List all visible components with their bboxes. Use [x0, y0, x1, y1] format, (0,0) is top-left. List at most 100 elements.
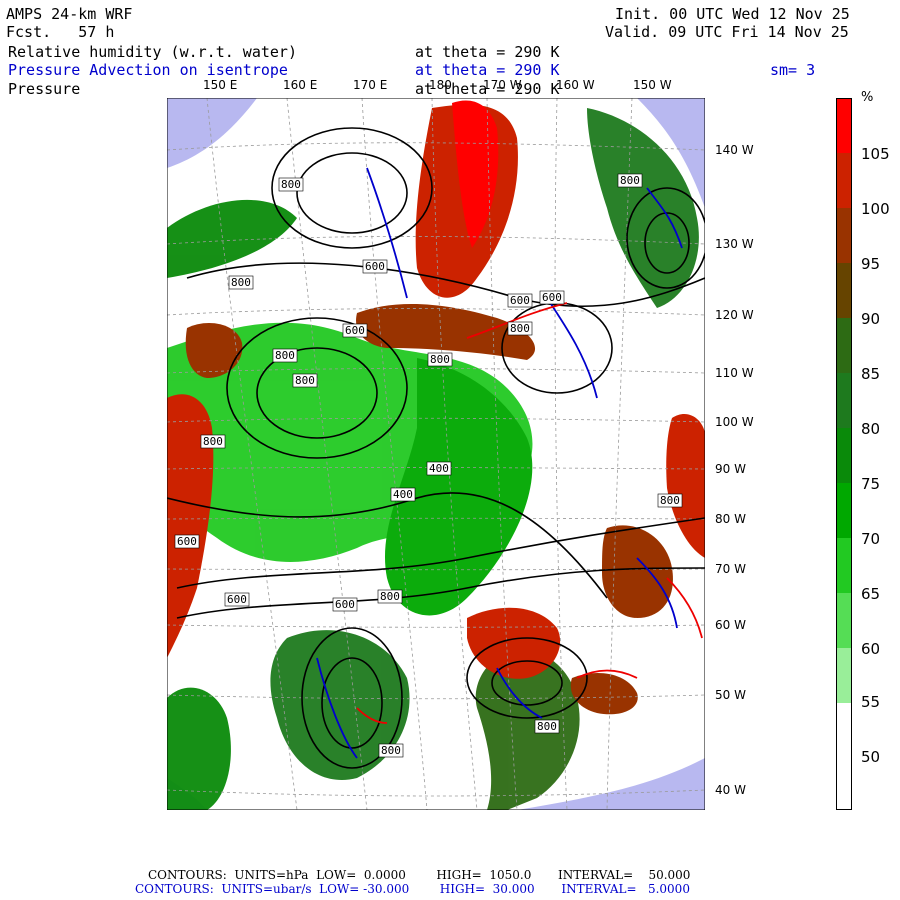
- contour-label: 600: [332, 597, 358, 612]
- colorbar-segment: [837, 483, 851, 538]
- valid-time: Valid. 09 UTC Fri 14 Nov 25: [605, 23, 849, 41]
- lon-label-right: 100 W: [715, 415, 754, 429]
- svg-text:400: 400: [393, 488, 413, 501]
- lon-label-top: 150 W: [633, 78, 672, 92]
- contour-label: 800: [617, 173, 643, 188]
- contour-label: 600: [362, 259, 388, 274]
- colorbar-segment: [837, 373, 851, 428]
- svg-text:800: 800: [231, 276, 251, 289]
- contour-label: 800: [534, 719, 560, 734]
- svg-text:600: 600: [510, 294, 530, 307]
- svg-text:600: 600: [335, 598, 355, 611]
- svg-text:800: 800: [275, 349, 295, 362]
- contour-label: 800: [228, 275, 254, 290]
- init-time: Init. 00 UTC Wed 12 Nov 25: [615, 5, 850, 23]
- colorbar-segment: [837, 593, 851, 648]
- contour-label: 400: [390, 487, 416, 502]
- forecast-hour: Fcst. 57 h: [6, 23, 115, 41]
- lon-label-right: 110 W: [715, 366, 754, 380]
- contour-label: 800: [378, 743, 404, 758]
- field-rh-title: Relative humidity (w.r.t. water): [8, 43, 297, 61]
- field-pressure-title: Pressure: [8, 80, 81, 98]
- field-advection-level: at theta = 290 K: [415, 61, 560, 79]
- svg-text:800: 800: [660, 494, 680, 507]
- lon-label-top: 150 E: [203, 78, 238, 92]
- svg-text:600: 600: [365, 260, 385, 273]
- svg-text:400: 400: [429, 462, 449, 475]
- colorbar-label: 75: [861, 475, 881, 493]
- contour-label: 600: [539, 290, 565, 305]
- footer-advection-contours: CONTOURS: UNITS=ubar/s LOW= -30.000 HIGH…: [135, 882, 690, 896]
- contour-label: 800: [272, 348, 298, 363]
- colorbar-label: 65: [861, 585, 881, 603]
- field-rh-level: at theta = 290 K: [415, 43, 560, 61]
- smoothing-label: sm= 3: [770, 61, 816, 79]
- svg-text:800: 800: [281, 178, 301, 191]
- svg-text:600: 600: [177, 535, 197, 548]
- svg-text:600: 600: [227, 593, 247, 606]
- colorbar-segment: [837, 208, 851, 263]
- colorbar-label: 50: [861, 748, 881, 766]
- contour-label: 800: [427, 352, 453, 367]
- lon-label-right: 130 W: [715, 237, 754, 251]
- lon-label-right: 90 W: [715, 462, 746, 476]
- colorbar-label: 100: [861, 200, 890, 218]
- lon-label-right: 60 W: [715, 618, 746, 632]
- lon-label-right: 120 W: [715, 308, 754, 322]
- colorbar-label: 55: [861, 693, 881, 711]
- contour-label: 800: [657, 493, 683, 508]
- colorbar-label: 95: [861, 255, 881, 273]
- lon-label-top: 180: [429, 78, 452, 92]
- colorbar-label: 80: [861, 420, 881, 438]
- svg-text:800: 800: [620, 174, 640, 187]
- svg-text:800: 800: [381, 744, 401, 757]
- svg-text:600: 600: [542, 291, 562, 304]
- colorbar-segment: [837, 318, 851, 373]
- footer-pressure-contours: CONTOURS: UNITS=hPa LOW= 0.0000 HIGH= 10…: [148, 868, 691, 882]
- contour-label: 400: [426, 461, 452, 476]
- colorbar-segment: [837, 263, 851, 318]
- lon-label-right: 140 W: [715, 143, 754, 157]
- lon-label-right: 40 W: [715, 783, 746, 797]
- lon-label-top: 160 W: [556, 78, 595, 92]
- colorbar-label: 70: [861, 530, 881, 548]
- model-title: AMPS 24-km WRF: [6, 5, 133, 23]
- svg-text:800: 800: [203, 435, 223, 448]
- lon-label-right: 80 W: [715, 512, 746, 526]
- colorbar-label: 85: [861, 365, 881, 383]
- colorbar-segment: [837, 703, 851, 758]
- lon-label-top: 170 W: [483, 78, 522, 92]
- contour-label: 600: [174, 534, 200, 549]
- contour-label: 800: [278, 177, 304, 192]
- svg-text:800: 800: [380, 590, 400, 603]
- colorbar-unit: %: [861, 90, 874, 105]
- contour-label: 600: [342, 323, 368, 338]
- lon-label-right: 50 W: [715, 688, 746, 702]
- colorbar-label: 60: [861, 640, 881, 658]
- contour-label: 800: [200, 434, 226, 449]
- lon-label-top: 160 E: [283, 78, 318, 92]
- colorbar-segment: [837, 648, 851, 703]
- colorbar: [836, 98, 852, 810]
- colorbar-label: 105: [861, 145, 890, 163]
- colorbar-segment: [837, 538, 851, 593]
- contour-label: 800: [507, 321, 533, 336]
- contour-label: 800: [292, 373, 318, 388]
- contour-label: 600: [224, 592, 250, 607]
- contour-label: 800: [377, 589, 403, 604]
- svg-text:800: 800: [430, 353, 450, 366]
- colorbar-label: 90: [861, 310, 881, 328]
- field-advection-title: Pressure Advection on isentrope: [8, 61, 288, 79]
- colorbar-segment: [837, 99, 851, 153]
- colorbar-segment: [837, 758, 851, 809]
- svg-text:800: 800: [510, 322, 530, 335]
- contour-label: 600: [507, 293, 533, 308]
- lon-label-top: 170 E: [353, 78, 388, 92]
- svg-text:800: 800: [295, 374, 315, 387]
- colorbar-segment: [837, 153, 851, 208]
- weather-map: 800 800 600 600 800 800 800 600 600 800 …: [167, 98, 705, 810]
- svg-text:800: 800: [537, 720, 557, 733]
- colorbar-segment: [837, 428, 851, 483]
- svg-text:600: 600: [345, 324, 365, 337]
- lon-label-right: 70 W: [715, 562, 746, 576]
